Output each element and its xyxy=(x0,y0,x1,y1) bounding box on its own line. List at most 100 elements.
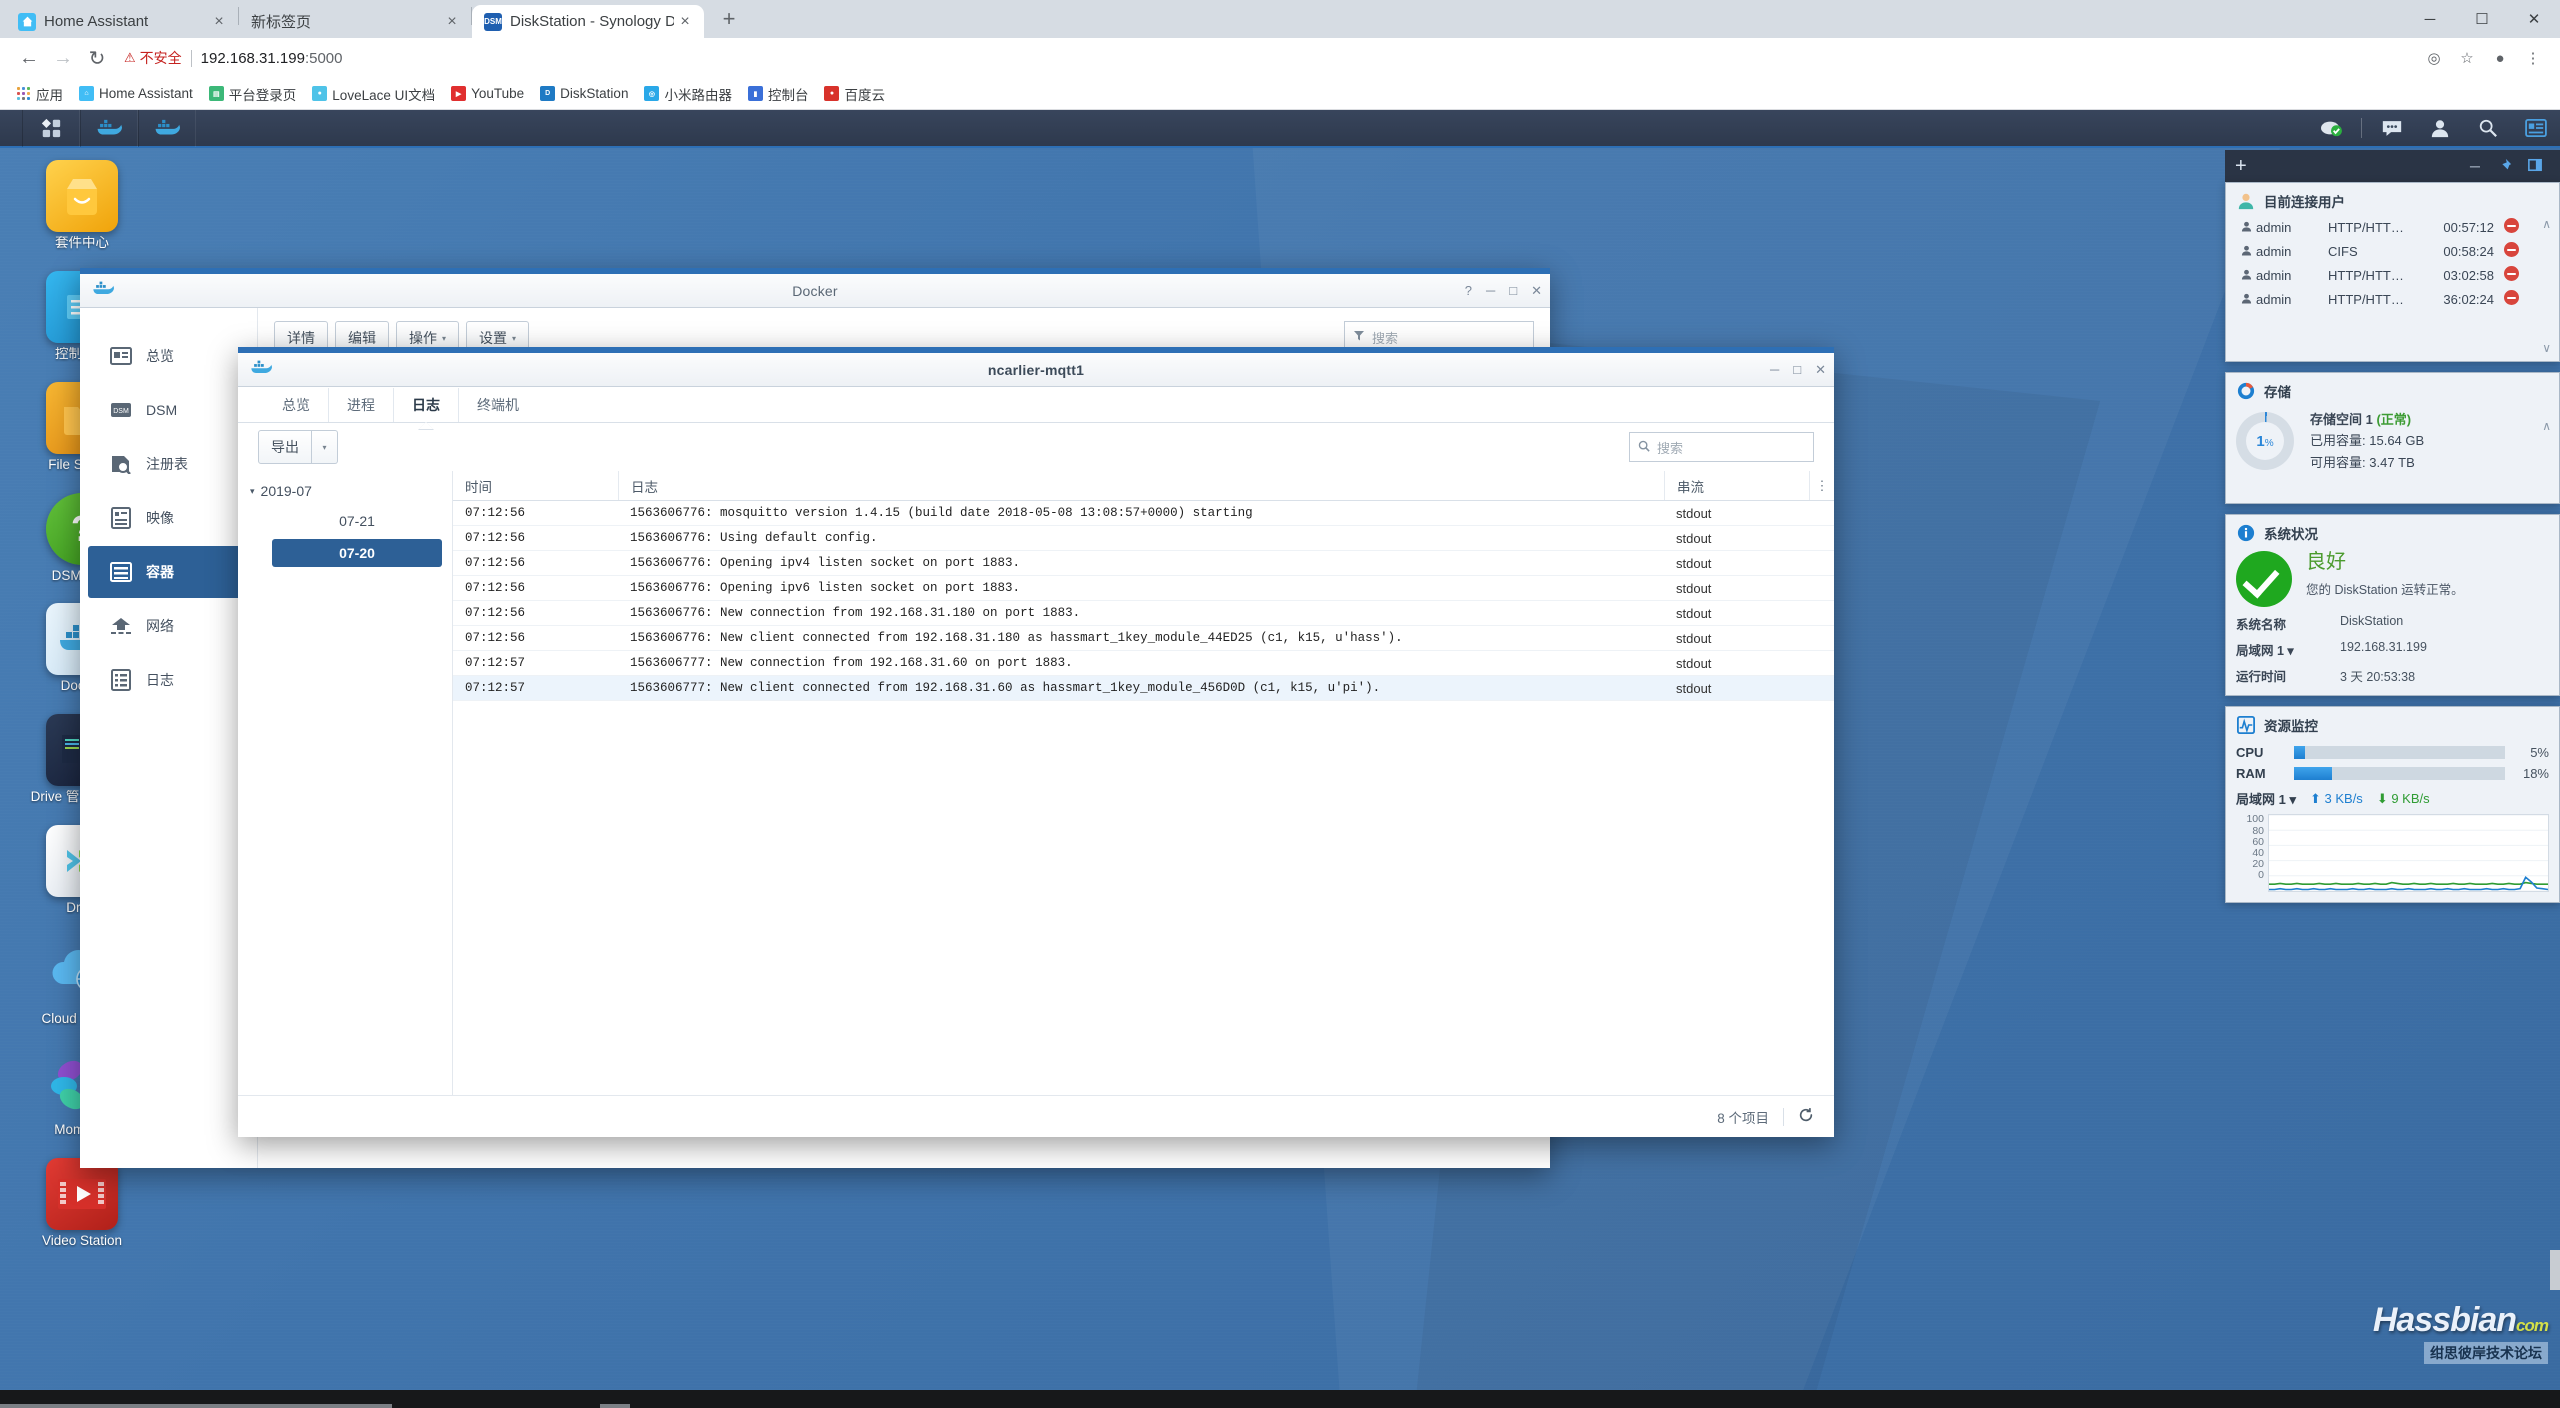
minimize-button[interactable]: ─ xyxy=(1486,283,1495,299)
tab-logs[interactable]: 日志 xyxy=(393,388,458,430)
disconnect-user-button[interactable] xyxy=(2494,218,2528,236)
table-row[interactable]: 07:12:56 1563606776: New connection from… xyxy=(453,601,1834,626)
container-window-controls: ─ □ ✕ xyxy=(1770,362,1826,378)
taskbar-docker-window-2[interactable] xyxy=(138,110,196,147)
bookmark-apps[interactable]: 应用 xyxy=(10,81,70,107)
health-row-lan[interactable]: 局域网 1 ▾ 192.168.31.199 xyxy=(2236,640,2549,659)
address-bar[interactable]: ⚠ 不安全 192.168.31.199:5000 xyxy=(124,43,2419,73)
bookmark-home-assistant[interactable]: ⌂ Home Assistant xyxy=(72,83,200,104)
export-dropdown-button[interactable]: ▾ xyxy=(312,430,338,464)
pin-icon[interactable] xyxy=(2490,158,2520,175)
list-item[interactable]: admin HTTP/HTT… 03:02:58 xyxy=(2236,263,2549,287)
table-row[interactable]: 07:12:56 1563606776: Opening ipv6 listen… xyxy=(453,576,1834,601)
bookmark-youtube[interactable]: ▶ YouTube xyxy=(444,83,531,104)
tab-terminal[interactable]: 终端机 xyxy=(458,388,537,422)
tab-close-icon[interactable]: × xyxy=(208,13,230,31)
person-icon[interactable] xyxy=(2416,110,2464,147)
table-row[interactable]: 07:12:56 1563606776: Opening ipv4 listen… xyxy=(453,551,1834,576)
desktop-icon-video-station[interactable]: Video Station xyxy=(22,1157,142,1249)
minimize-button[interactable]: ─ xyxy=(1770,362,1779,378)
list-item[interactable]: admin CIFS 00:58:24 xyxy=(2236,239,2549,263)
menu-icon[interactable]: ⋮ xyxy=(2518,49,2548,67)
container-window-titlebar[interactable]: ncarlier-mqtt1 ─ □ ✕ xyxy=(238,353,1834,387)
table-row[interactable]: 07:12:56 1563606776: mosquitto version 1… xyxy=(453,501,1834,526)
refresh-icon[interactable] xyxy=(1798,1107,1814,1126)
browser-maximize-button[interactable]: ☐ xyxy=(2456,10,2508,28)
sidebar-item-dsm[interactable]: DSM DSM xyxy=(88,384,249,436)
date-tree-item-07-20[interactable]: 07-20 xyxy=(272,539,442,567)
maximize-button[interactable]: □ xyxy=(1509,283,1517,299)
scroll-up-icon[interactable]: ∧ xyxy=(2542,217,2551,231)
bookmark-console[interactable]: ▮ 控制台 xyxy=(741,81,816,107)
star-icon[interactable]: ☆ xyxy=(2452,49,2482,67)
sidebar-item-containers[interactable]: 容器 xyxy=(88,546,249,598)
widget-title-label: 存储 xyxy=(2264,385,2291,400)
scroll-up-icon[interactable]: ∧ xyxy=(2542,419,2551,433)
add-widget-button[interactable]: + xyxy=(2235,155,2460,178)
tab-processes[interactable]: 进程 xyxy=(328,388,393,422)
chat-bubble-icon[interactable] xyxy=(2368,110,2416,147)
list-item[interactable]: admin HTTP/HTT… 00:57:12 xyxy=(2236,215,2549,239)
scroll-down-icon[interactable]: ∨ xyxy=(2542,341,2551,355)
column-header-stream[interactable]: 串流 xyxy=(1664,471,1809,500)
export-button[interactable]: 导出 xyxy=(258,430,312,464)
magnifier-icon[interactable] xyxy=(2464,110,2512,147)
table-row[interactable]: 07:12:57 1563606777: New connection from… xyxy=(453,651,1834,676)
column-header-time[interactable]: 时间 xyxy=(453,471,618,500)
column-menu-icon[interactable]: ⋮ xyxy=(1809,471,1834,500)
column-header-log[interactable]: 日志 xyxy=(618,471,1664,500)
back-button[interactable]: ← xyxy=(12,41,46,75)
sidebar-item-log[interactable]: 日志 xyxy=(88,654,249,706)
not-secure-badge[interactable]: ⚠ 不安全 xyxy=(124,48,182,68)
disconnect-user-button[interactable] xyxy=(2494,266,2528,284)
browser-close-button[interactable]: ✕ xyxy=(2508,10,2560,28)
bookmark-platform-login[interactable]: ▤ 平台登录页 xyxy=(202,81,304,107)
close-button[interactable]: ✕ xyxy=(1815,362,1826,378)
close-button[interactable]: ✕ xyxy=(1531,283,1542,299)
browser-minimize-button[interactable]: ─ xyxy=(2404,11,2456,28)
disconnect-user-button[interactable] xyxy=(2494,242,2528,260)
container-log-window[interactable]: ncarlier-mqtt1 ─ □ ✕ 总览 进程 日志 终端机 导出 ▾ 搜… xyxy=(238,347,1834,1137)
date-tree-item-07-21[interactable]: 07-21 xyxy=(272,507,442,535)
browser-tab-home-assistant[interactable]: Home Assistant × xyxy=(6,5,238,38)
widget-panel-minimize-button[interactable]: ─ xyxy=(2460,158,2490,174)
bookmark-baidu-cloud[interactable]: ● 百度云 xyxy=(817,81,892,107)
help-button[interactable]: ? xyxy=(1465,283,1472,299)
tab-close-icon[interactable]: × xyxy=(441,13,463,31)
reload-button[interactable]: ↻ xyxy=(80,41,114,75)
table-row[interactable]: 07:12:56 1563606776: Using default confi… xyxy=(453,526,1834,551)
disconnect-user-button[interactable] xyxy=(2494,290,2528,308)
log-search-input[interactable]: 搜索 xyxy=(1629,432,1814,462)
widget-panel-icon[interactable] xyxy=(2512,110,2560,147)
maximize-button[interactable]: □ xyxy=(1793,362,1801,378)
docker-window-titlebar[interactable]: Docker ? ─ □ ✕ xyxy=(80,274,1550,308)
bookmark-lovelace-docs[interactable]: ● LoveLace UI文档 xyxy=(305,81,442,107)
package-update-icon[interactable] xyxy=(2307,110,2355,147)
sidebar-item-registry[interactable]: 注册表 xyxy=(88,438,249,490)
main-menu-button[interactable] xyxy=(22,110,80,147)
list-item[interactable]: admin HTTP/HTT… 36:02:24 xyxy=(2236,287,2549,311)
tab-overview[interactable]: 总览 xyxy=(264,388,328,422)
sidebar-item-network[interactable]: 网络 xyxy=(88,600,249,652)
table-row[interactable]: 07:12:56 1563606776: New client connecte… xyxy=(453,626,1834,651)
cell-time: 07:12:56 xyxy=(465,606,526,620)
browser-tab-new-tab[interactable]: 新标签页 × xyxy=(239,5,471,38)
date-tree-root[interactable]: ▾ 2019-07 xyxy=(250,479,452,503)
bookmark-xiaomi-router[interactable]: ◎ 小米路由器 xyxy=(637,81,739,107)
extension-icon[interactable]: ◎ xyxy=(2419,49,2449,67)
new-tab-button[interactable]: + xyxy=(714,6,744,32)
tab-close-icon[interactable]: × xyxy=(674,13,696,31)
sidebar-item-images[interactable]: 映像 xyxy=(88,492,249,544)
dock-icon[interactable] xyxy=(2520,158,2550,175)
chevron-down-icon[interactable]: ▾ xyxy=(250,486,255,497)
lan-label[interactable]: 局域网 1 ▾ xyxy=(2236,789,2296,808)
taskbar-docker-window-1[interactable] xyxy=(80,110,138,147)
browser-tab-diskstation[interactable]: DSM DiskStation - Synology DiskSt… × xyxy=(472,5,704,38)
table-row[interactable]: 07:12:57 1563606777: New client connecte… xyxy=(453,676,1834,701)
forward-button[interactable]: → xyxy=(46,41,80,75)
profile-icon[interactable]: ● xyxy=(2485,50,2515,67)
desktop-icon-package-center[interactable]: 套件中心 xyxy=(22,160,142,251)
page-scrollbar-thumb[interactable] xyxy=(2550,1250,2560,1290)
bookmark-diskstation[interactable]: D DiskStation xyxy=(533,83,635,104)
sidebar-item-overview[interactable]: 总览 xyxy=(88,330,249,382)
